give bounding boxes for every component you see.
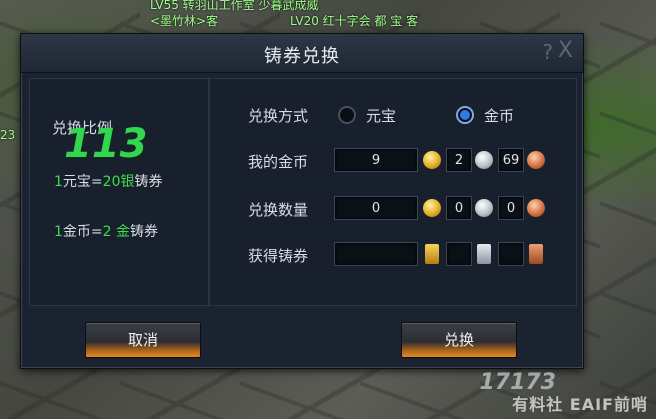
my-gold-silver: 69 xyxy=(498,148,524,172)
radio-yuanbao[interactable] xyxy=(338,106,356,124)
gold-ticket-icon xyxy=(425,244,439,264)
option-yuanbao-label: 元宝 xyxy=(366,107,397,125)
exchange-panel: 兑换方式 元宝 金币 我的金币 9 2 69 兑换数量 0 0 0 获得铸券 xyxy=(209,78,577,306)
my-gold-gold: 2 xyxy=(446,148,472,172)
method-label: 兑换方式 xyxy=(248,107,309,125)
amount-label: 兑换数量 xyxy=(248,201,309,219)
exchange-dialog: 铸券兑换 ? X 兑换比例 113 1元宝=20银铸券 1金币=2 金铸券 兑换… xyxy=(20,33,584,369)
side-number: 23 xyxy=(0,128,16,142)
my-gold-label: 我的金币 xyxy=(248,153,309,171)
ratio-panel: 兑换比例 113 1元宝=20银铸券 1金币=2 金铸券 xyxy=(29,78,209,306)
silver-coin-icon xyxy=(475,151,493,169)
ratio-gold: 1金币=2 金铸券 xyxy=(54,224,159,240)
obtain-silver xyxy=(498,242,524,266)
title-bar: 铸券兑换 ? X xyxy=(21,34,583,73)
my-gold-total: 9 xyxy=(334,148,418,172)
copper-ticket-icon xyxy=(529,244,543,264)
copper-coin-icon xyxy=(527,199,545,217)
overlay-number: 113 xyxy=(64,121,148,167)
gold-coin-icon xyxy=(423,151,441,169)
radio-gold[interactable] xyxy=(456,106,474,124)
cancel-button[interactable]: 取消 xyxy=(85,322,201,358)
amount-input[interactable]: 0 xyxy=(334,196,418,220)
close-icon[interactable]: X xyxy=(558,38,573,63)
copper-coin-icon xyxy=(527,151,545,169)
chat-line: <墨竹林>客 xyxy=(150,14,219,28)
silver-coin-icon xyxy=(475,199,493,217)
watermark-text: 有料社 EAIF前哨 xyxy=(512,395,648,414)
ratio-yuanbao: 1元宝=20银铸券 xyxy=(54,174,163,190)
dialog-title: 铸券兑换 xyxy=(264,46,340,67)
amount-gold[interactable]: 0 xyxy=(446,196,472,220)
option-gold-label: 金币 xyxy=(484,107,515,125)
obtain-total xyxy=(334,242,418,266)
obtain-label: 获得铸券 xyxy=(248,247,309,265)
chat-line: LV20 红十字会 都 宝 客 xyxy=(290,14,419,28)
gold-coin-icon xyxy=(423,199,441,217)
exchange-button[interactable]: 兑换 xyxy=(401,322,517,358)
help-icon[interactable]: ? xyxy=(542,40,553,64)
obtain-gold xyxy=(446,242,472,266)
amount-silver[interactable]: 0 xyxy=(498,196,524,220)
silver-ticket-icon xyxy=(477,244,491,264)
